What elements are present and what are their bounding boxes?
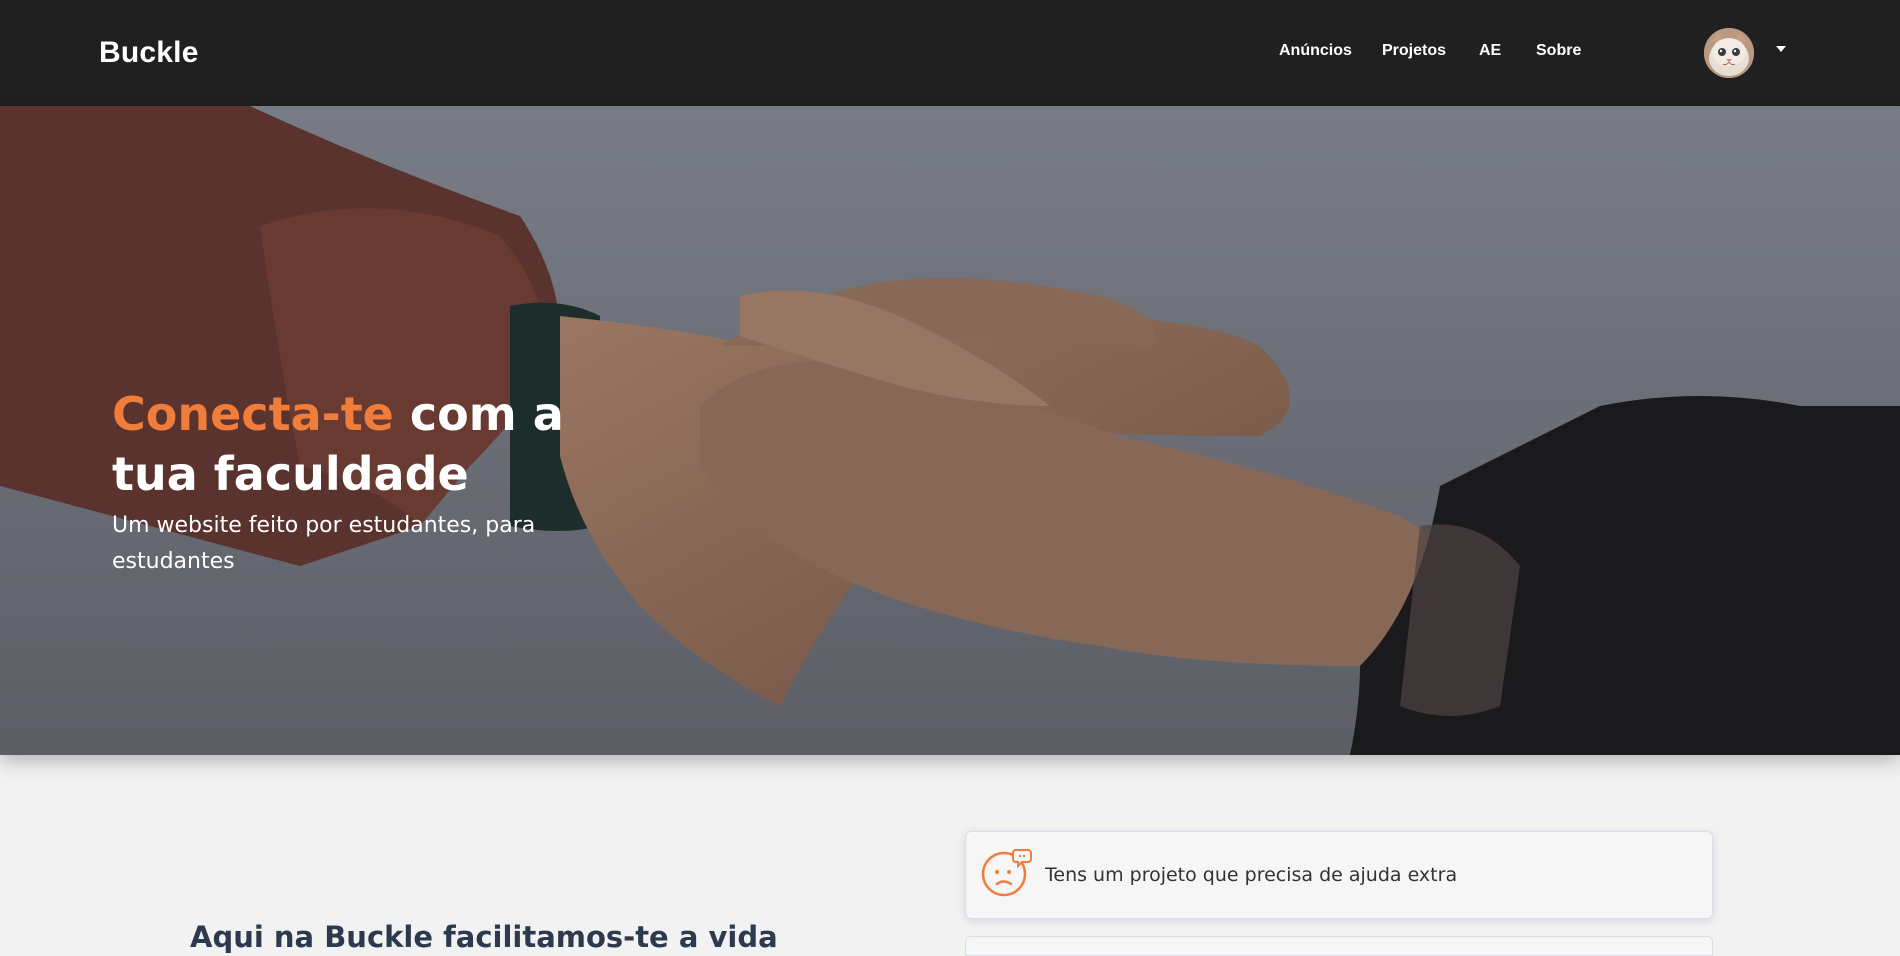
caret-down-icon[interactable] xyxy=(1776,46,1786,52)
confused-face-speech-icon xyxy=(981,849,1032,897)
nav-link-sobre[interactable]: Sobre xyxy=(1536,42,1581,60)
nav-link-ae[interactable]: AE xyxy=(1479,42,1501,60)
hero-subtitle: Um website feito por estudantes, para es… xyxy=(112,513,536,574)
top-navbar: Buckle Anúncios Projetos AE Sobre xyxy=(0,0,1900,106)
cat-avatar-icon xyxy=(1704,28,1754,78)
feature-card-project-help[interactable]: Tens um projeto que precisa de ajuda ext… xyxy=(965,831,1713,919)
nav-link-projetos[interactable]: Projetos xyxy=(1382,42,1446,60)
section-heading: Aqui na Buckle facilitamos-te a vida xyxy=(190,920,778,954)
hero-banner: Conecta-te com a tua faculdade Um websit… xyxy=(0,106,1900,755)
nav-link-anuncios[interactable]: Anúncios xyxy=(1279,42,1352,60)
hero-title-accent: Conecta-te xyxy=(112,387,394,441)
user-avatar[interactable] xyxy=(1704,28,1754,78)
hero-title: Conecta-te com a tua faculdade xyxy=(112,384,632,504)
feature-card-next[interactable] xyxy=(965,936,1713,956)
brand-logo[interactable]: Buckle xyxy=(99,36,199,70)
feature-card-label: Tens um projeto que precisa de ajuda ext… xyxy=(1045,864,1458,886)
